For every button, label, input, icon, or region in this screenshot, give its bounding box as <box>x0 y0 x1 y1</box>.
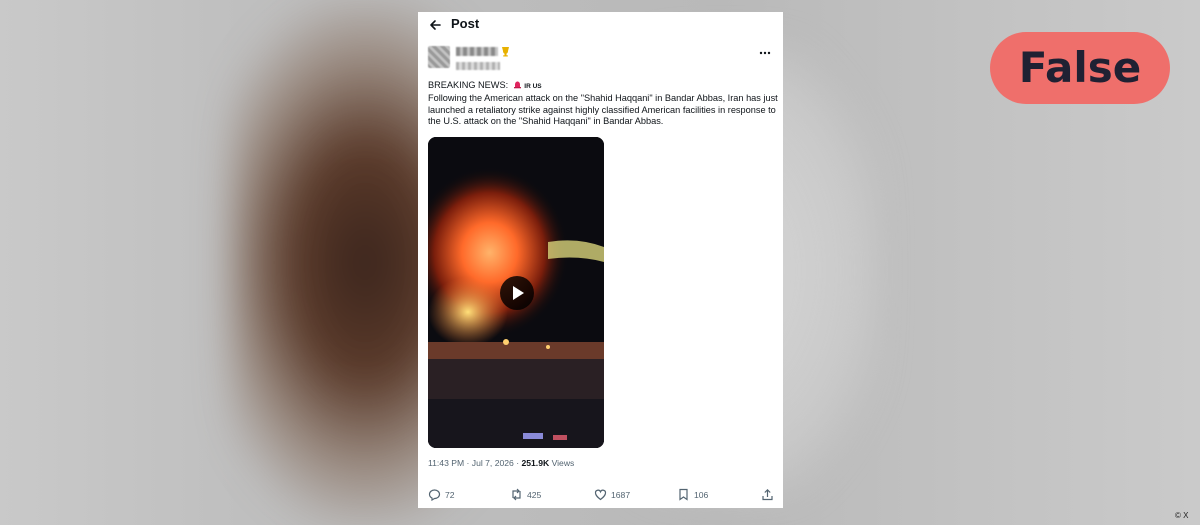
repost-count: 425 <box>527 489 542 500</box>
flag-tag: IR US <box>524 83 542 90</box>
false-verdict-badge: False <box>990 32 1170 104</box>
post-card: Post BREAKING NEWS: IR US Following the … <box>418 12 783 508</box>
reply-count: 72 <box>445 489 455 500</box>
alarm-icon <box>513 81 521 89</box>
reply-icon <box>428 489 441 501</box>
post-actions: 72 425 1687 106 <box>428 488 778 502</box>
repost-button[interactable]: 425 <box>510 488 541 501</box>
like-button[interactable]: 1687 <box>594 488 630 501</box>
back-arrow-icon[interactable] <box>428 18 442 32</box>
page-title: Post <box>451 16 480 31</box>
like-icon <box>594 489 607 501</box>
bookmark-count: 106 <box>694 489 709 500</box>
reply-button[interactable]: 72 <box>428 488 455 501</box>
post-header: Post <box>418 12 783 38</box>
avatar[interactable] <box>428 46 450 68</box>
user-name-blurred[interactable] <box>456 47 498 56</box>
repost-icon <box>512 488 521 501</box>
play-icon <box>513 286 524 300</box>
verified-icon <box>502 47 509 57</box>
play-button[interactable] <box>500 276 534 310</box>
verdict-label: False <box>1018 43 1142 92</box>
video-thumbnail[interactable] <box>428 137 604 448</box>
image-credit: © X <box>1175 511 1189 520</box>
views-count: 251.9K <box>521 458 550 468</box>
user-handle-blurred <box>456 62 500 70</box>
views-label: Views <box>549 458 575 468</box>
bookmark-icon <box>679 488 688 501</box>
post-timestamp[interactable]: 11:43 PM · Jul 7, 2026 · <box>428 458 521 468</box>
post-body: Following the American attack on the "Sh… <box>428 92 778 127</box>
breaking-news-label: BREAKING NEWS: <box>428 80 509 90</box>
more-icon[interactable] <box>758 50 772 56</box>
bookmark-button[interactable]: 106 <box>677 488 708 501</box>
like-count: 1687 <box>611 489 631 500</box>
post-meta: 11:43 PM · Jul 7, 2026 · 251.9K Views <box>428 458 574 468</box>
post-text: BREAKING NEWS: IR US Following the Ameri… <box>428 80 778 128</box>
share-button[interactable] <box>761 488 774 501</box>
share-icon <box>762 488 773 501</box>
